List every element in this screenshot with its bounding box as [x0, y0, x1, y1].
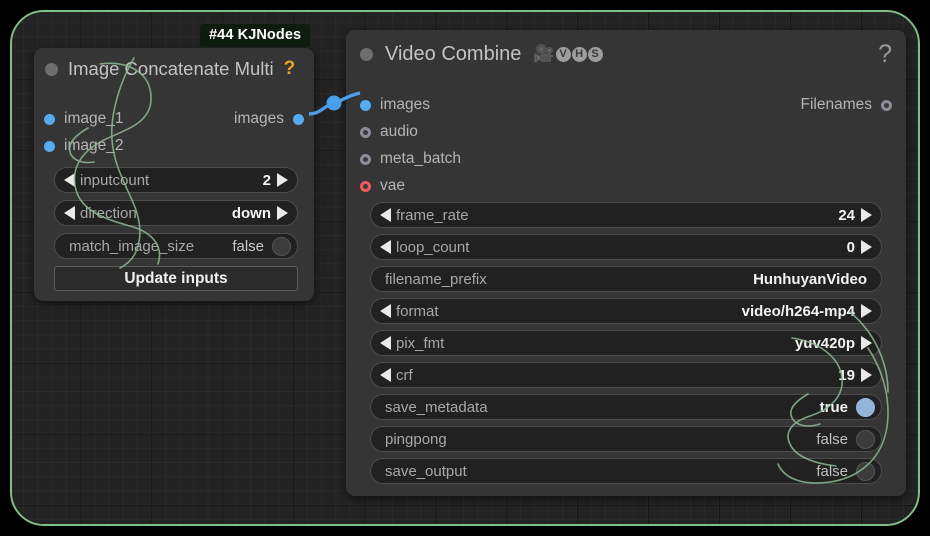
widget-format[interactable]: format video/h264-mp4 [370, 298, 882, 324]
input-slot-label: images [380, 96, 430, 113]
widget-value[interactable]: HunhuyanVideo [753, 271, 867, 288]
widget-value: false [232, 237, 264, 255]
stepper-left-arrow-icon[interactable] [380, 208, 391, 222]
input-slot-label: image_2 [64, 137, 124, 154]
input-slot-vae[interactable]: vae [360, 177, 405, 195]
circled-v-icon: V [555, 46, 571, 62]
widget-label: pix_fmt [396, 334, 445, 352]
widget-label: match_image_size [69, 237, 195, 255]
node-title-bar[interactable]: Video Combine 🎥 V H S ? [346, 30, 906, 78]
output-slot-images[interactable]: images [234, 110, 304, 128]
update-inputs-button[interactable]: Update inputs [54, 266, 298, 291]
stepper-right-arrow-icon[interactable] [861, 208, 872, 222]
widget-value[interactable]: 24 [838, 207, 855, 224]
toggle-knob[interactable] [856, 397, 875, 417]
input-slot-label: meta_batch [380, 150, 461, 167]
stepper-right-arrow-icon[interactable] [861, 240, 872, 254]
toggle-knob[interactable] [272, 236, 291, 256]
collapse-dot-icon[interactable] [45, 62, 58, 76]
slot-dot-icon[interactable] [360, 99, 371, 111]
widget-value[interactable]: video/h264-mp4 [742, 303, 855, 320]
input-slot-label: vae [380, 177, 405, 194]
node-title-label: Video Combine [385, 42, 522, 65]
slot-dot-icon[interactable] [360, 126, 371, 138]
graph-canvas-frame: Image Concatenate Multi ? image_1 image_… [10, 10, 920, 526]
widget-label: pingpong [385, 430, 447, 448]
widget-label: save_metadata [385, 398, 488, 416]
badge-label: #44 KJNodes [209, 27, 302, 43]
node-video-combine[interactable]: Video Combine 🎥 V H S ? images audio met… [346, 30, 906, 496]
widget-value: false [816, 430, 848, 448]
slot-dot-icon[interactable] [293, 113, 304, 125]
output-slot-label: Filenames [800, 96, 873, 113]
node-image-concatenate-multi[interactable]: Image Concatenate Multi ? image_1 image_… [34, 48, 314, 301]
widget-label: loop_count [396, 238, 470, 256]
widget-crf[interactable]: crf 19 [370, 362, 882, 388]
app-root: Image Concatenate Multi ? image_1 image_… [0, 0, 930, 536]
input-slot-images[interactable]: images [360, 96, 430, 114]
widget-save_metadata[interactable]: save_metadata true [370, 394, 882, 420]
widget-loop_count[interactable]: loop_count 0 [370, 234, 882, 260]
input-slot-audio[interactable]: audio [360, 123, 418, 141]
circled-h-icon: H [571, 46, 587, 62]
widget-pingpong[interactable]: pingpong false [370, 426, 882, 452]
widget-label: direction [80, 204, 137, 222]
widget-value[interactable]: 2 [263, 172, 271, 189]
widget-value[interactable]: 0 [847, 239, 855, 256]
widget-inputcount[interactable]: inputcount 2 [54, 167, 298, 193]
widget-value[interactable]: 19 [838, 367, 855, 384]
widget-save_output[interactable]: save_output false [370, 458, 882, 484]
node-title-label: Image Concatenate Multi [68, 58, 274, 79]
question-mark-icon[interactable]: ? [878, 40, 892, 69]
output-slot-filenames[interactable]: Filenames [800, 96, 892, 114]
stepper-right-arrow-icon[interactable] [861, 304, 872, 318]
stepper-left-arrow-icon[interactable] [380, 240, 391, 254]
widget-direction[interactable]: direction down [54, 200, 298, 226]
stepper-right-arrow-icon[interactable] [861, 336, 872, 350]
node-title-bar[interactable]: Image Concatenate Multi ? [34, 48, 314, 90]
slot-dot-icon[interactable] [360, 153, 371, 165]
toggle-knob[interactable] [856, 461, 875, 481]
slot-dot-icon[interactable] [360, 180, 371, 192]
input-slot-image_1[interactable]: image_1 [44, 110, 123, 128]
widget-label: save_output [385, 462, 467, 480]
node-badge-kjnodes: #44 KJNodes [200, 24, 311, 47]
stepper-left-arrow-icon[interactable] [380, 336, 391, 350]
output-slot-label: images [234, 110, 284, 127]
slot-dot-icon[interactable] [44, 140, 55, 152]
widget-label: format [396, 302, 439, 320]
button-label: Update inputs [124, 269, 228, 287]
question-mark-icon[interactable]: ? [284, 58, 296, 80]
circled-s-icon: S [587, 46, 603, 62]
widget-match_image_size[interactable]: match_image_size false [54, 233, 298, 259]
slot-dot-icon[interactable] [44, 113, 55, 125]
collapse-dot-icon[interactable] [360, 47, 373, 61]
stepper-left-arrow-icon[interactable] [380, 368, 391, 382]
widget-frame_rate[interactable]: frame_rate 24 [370, 202, 882, 228]
slot-dot-icon[interactable] [881, 99, 892, 111]
stepper-right-arrow-icon[interactable] [277, 206, 288, 220]
widget-pix_fmt[interactable]: pix_fmt yuv420p [370, 330, 882, 356]
stepper-left-arrow-icon[interactable] [380, 304, 391, 318]
widget-value: true [819, 398, 848, 416]
toggle-knob[interactable] [856, 429, 875, 449]
stepper-right-arrow-icon[interactable] [277, 173, 288, 187]
widget-value[interactable]: down [232, 205, 271, 222]
widget-label: filename_prefix [385, 270, 487, 288]
widget-value: false [816, 462, 848, 480]
widget-label: inputcount [80, 171, 150, 189]
input-slot-meta_batch[interactable]: meta_batch [360, 150, 461, 168]
movie-camera-icon: 🎥 [533, 44, 555, 63]
input-slot-image_2[interactable]: image_2 [44, 137, 123, 155]
input-slot-label: audio [380, 123, 418, 140]
stepper-left-arrow-icon[interactable] [64, 206, 75, 220]
widget-value[interactable]: yuv420p [795, 335, 855, 352]
widget-label: crf [396, 366, 413, 384]
stepper-right-arrow-icon[interactable] [861, 368, 872, 382]
input-slot-label: image_1 [64, 110, 124, 127]
stepper-left-arrow-icon[interactable] [64, 173, 75, 187]
node-title-icon-strip: 🎥 V H S [533, 44, 603, 64]
widget-filename_prefix[interactable]: filename_prefix HunhuyanVideo [370, 266, 882, 292]
widget-label: frame_rate [396, 206, 469, 224]
